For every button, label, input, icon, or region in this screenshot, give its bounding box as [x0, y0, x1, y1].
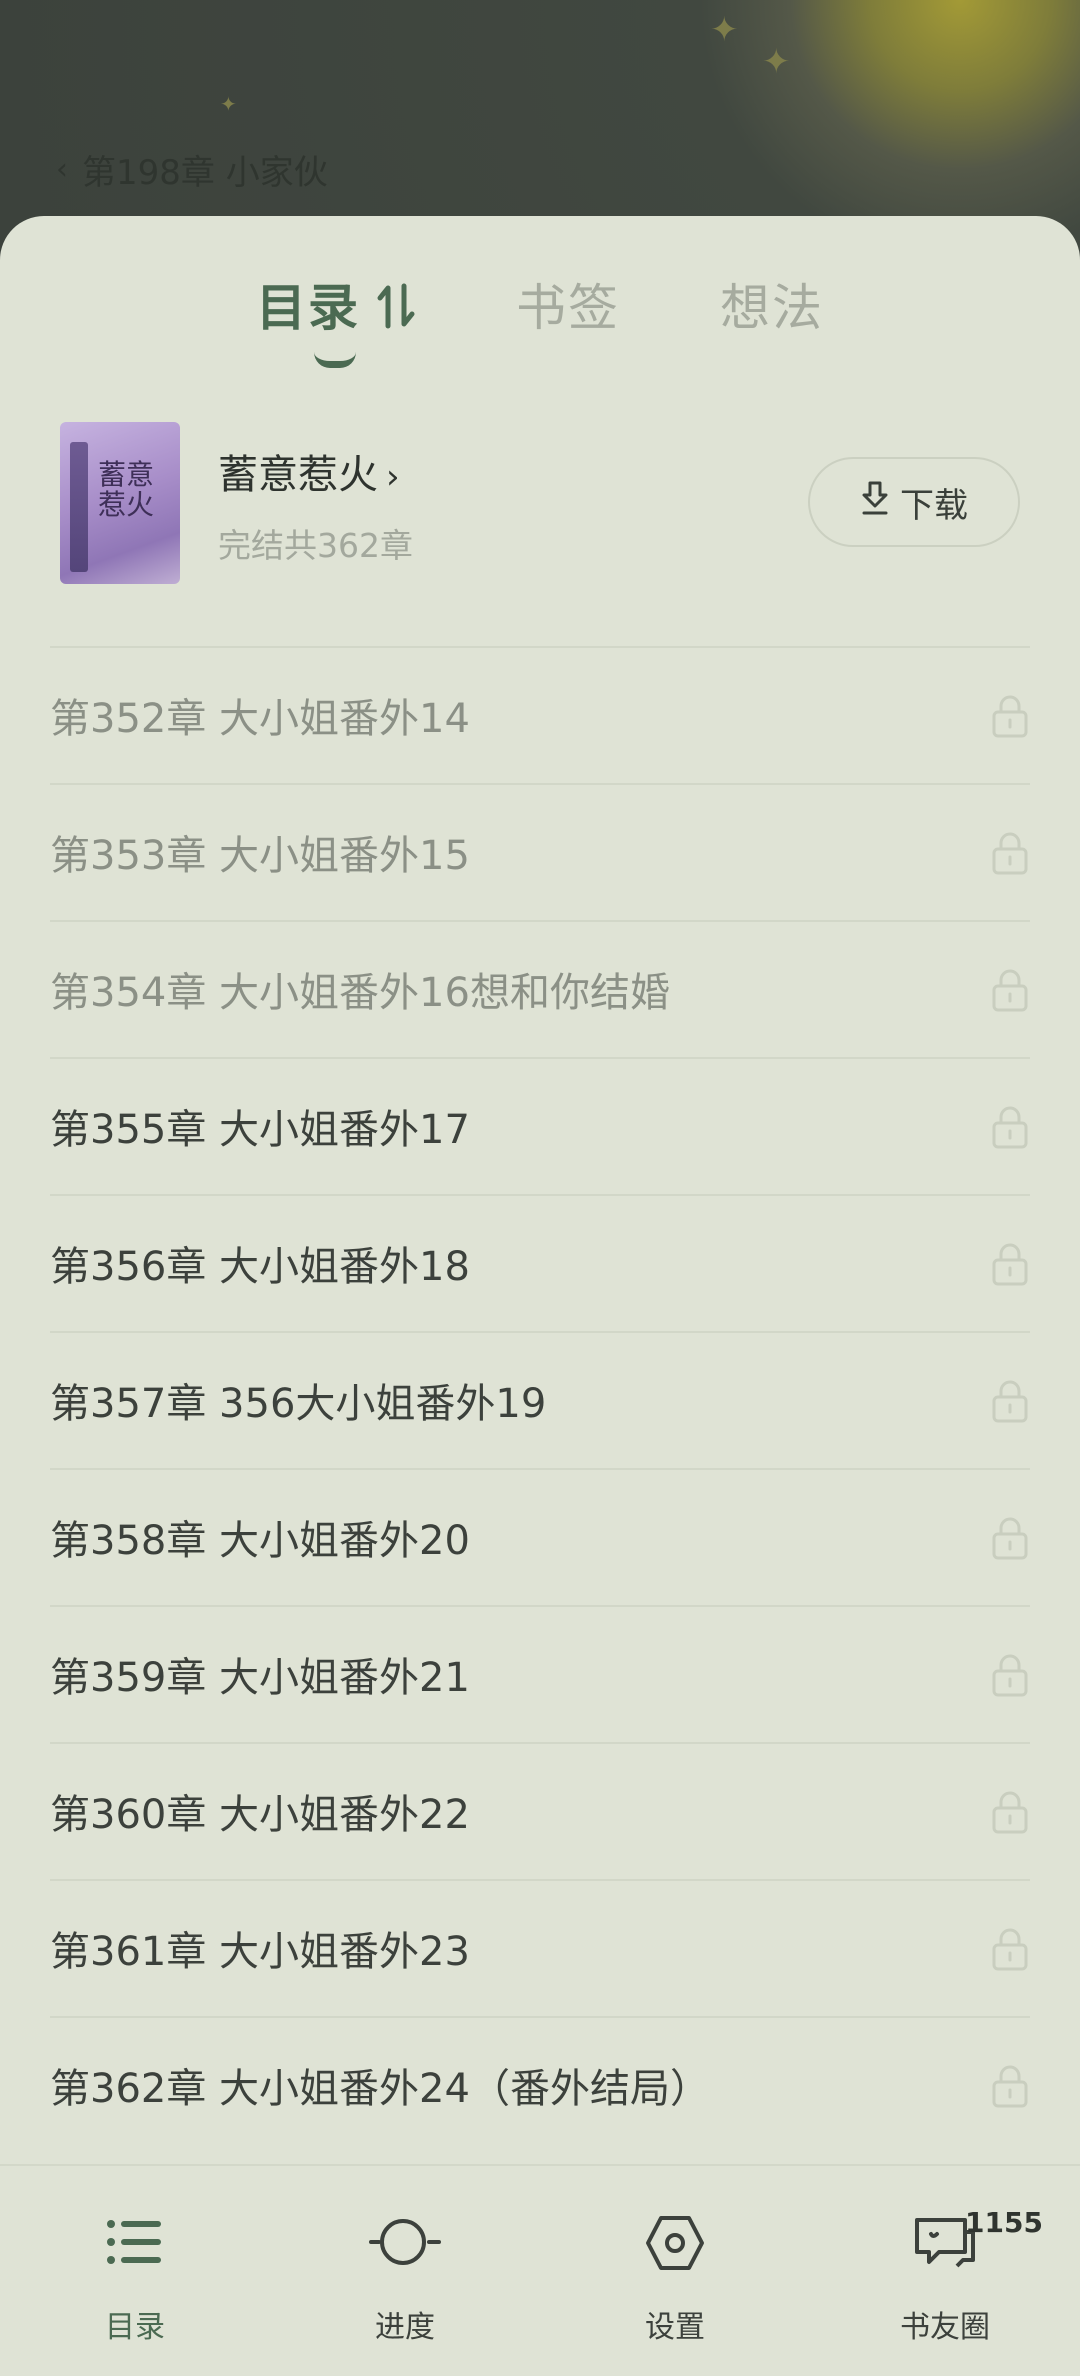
nav-label: 书友圈	[900, 2310, 990, 2345]
cover-title-art: 蓄意惹火	[98, 458, 155, 521]
chapter-label: 第361章 大小姐番外23	[50, 1929, 470, 1975]
cover-tower-art	[70, 442, 88, 572]
tab-contents[interactable]: 目录	[256, 268, 360, 340]
bottom-nav: 目录 进度 设置 1155 书友圈	[0, 2164, 1080, 2376]
download-label: 下载	[900, 485, 968, 526]
chapter-label: 第359章 大小姐番外21	[50, 1655, 470, 1701]
lock-icon	[990, 1790, 1030, 1838]
chapter-row[interactable]: 第361章 大小姐番外23	[50, 1879, 1030, 2016]
nav-settings[interactable]: 设置	[540, 2166, 810, 2376]
progress-icon	[369, 2214, 441, 2274]
chapter-row[interactable]: 第359章 大小姐番外21	[50, 1605, 1030, 1742]
lock-icon	[990, 831, 1030, 879]
download-button[interactable]: 下载	[808, 457, 1020, 547]
lock-icon	[990, 1653, 1030, 1701]
chapter-label: 第358章 大小姐番外20	[50, 1518, 470, 1564]
notification-badge: 1155	[965, 2206, 1043, 2239]
chapter-row[interactable]: 第358章 大小姐番外20	[50, 1468, 1030, 1605]
lock-icon	[990, 2064, 1030, 2112]
book-title-link[interactable]: 蓄意惹火 ›	[218, 442, 400, 500]
lock-icon	[990, 968, 1030, 1016]
chapter-row[interactable]: 第352章 大小姐番外14	[50, 646, 1030, 783]
chapter-label: 第354章 大小姐番外16想和你结婚	[50, 970, 670, 1016]
nav-label: 目录	[105, 2310, 165, 2345]
chapter-label: 第355章 大小姐番外17	[50, 1107, 470, 1153]
chapter-label: 第352章 大小姐番外14	[50, 696, 470, 742]
chapter-row[interactable]: 第360章 大小姐番外22	[50, 1742, 1030, 1879]
lock-icon	[990, 1105, 1030, 1153]
nav-progress[interactable]: 进度	[270, 2166, 540, 2376]
sparkle-icon: ✦	[762, 42, 791, 82]
nav-contents[interactable]: 目录	[0, 2166, 270, 2376]
settings-icon	[645, 2214, 705, 2276]
lock-icon	[990, 1242, 1030, 1290]
lock-icon	[990, 1927, 1030, 1975]
chapter-list: 第352章 大小姐番外14 第353章 大小姐番外15 第354章 大小姐番外1…	[50, 646, 1030, 2153]
chapter-label: 第357章 356大小姐番外19	[50, 1381, 547, 1427]
chapter-label: 第362章 大小姐番外24（番外结局）	[50, 2066, 710, 2112]
active-tab-indicator	[314, 352, 356, 368]
chapter-row[interactable]: 第355章 大小姐番外17	[50, 1057, 1030, 1194]
chapter-label: 第360章 大小姐番外22	[50, 1792, 470, 1838]
book-cover[interactable]: 蓄意惹火	[60, 422, 180, 584]
lock-icon	[990, 694, 1030, 742]
nav-label: 设置	[645, 2310, 705, 2345]
nav-label: 进度	[375, 2310, 435, 2345]
toc-sheet: 目录 书签 想法 蓄意惹火 蓄意惹火 › 完结共362章 下载 第352章 大小…	[0, 216, 1080, 2376]
book-status: 完结共362章	[218, 526, 413, 565]
chapter-label: 第353章 大小姐番外15	[50, 833, 470, 879]
lock-icon	[990, 1516, 1030, 1564]
book-info: 蓄意惹火 蓄意惹火 › 完结共362章 下载	[60, 422, 1020, 587]
chapter-row[interactable]: 第362章 大小姐番外24（番外结局）	[50, 2016, 1030, 2153]
sparkle-icon: ✦	[220, 92, 237, 116]
chevron-right-icon: ›	[386, 457, 400, 497]
tab-bookmarks[interactable]: 书签	[516, 268, 620, 340]
chapter-row[interactable]: 第356章 大小姐番外18	[50, 1194, 1030, 1331]
chapter-row[interactable]: 第353章 大小姐番外15	[50, 783, 1030, 920]
tab-bar: 目录 书签 想法	[0, 268, 1080, 378]
lock-icon	[990, 1379, 1030, 1427]
sparkle-icon: ✦	[710, 10, 739, 50]
reader-chapter-title[interactable]: ‹ 第198章 小家伙	[56, 145, 328, 194]
sort-icon[interactable]	[376, 280, 416, 336]
tab-ideas[interactable]: 想法	[720, 268, 824, 340]
nav-community[interactable]: 1155 书友圈	[810, 2166, 1080, 2376]
chapter-row[interactable]: 第354章 大小姐番外16想和你结婚	[50, 920, 1030, 1057]
chapter-row[interactable]: 第357章 356大小姐番外19	[50, 1331, 1030, 1468]
book-title: 蓄意惹火	[218, 452, 378, 498]
download-icon	[860, 479, 890, 526]
back-chevron-icon: ‹	[56, 152, 68, 187]
chapter-label: 第356章 大小姐番外18	[50, 1244, 470, 1290]
list-icon	[105, 2214, 165, 2274]
